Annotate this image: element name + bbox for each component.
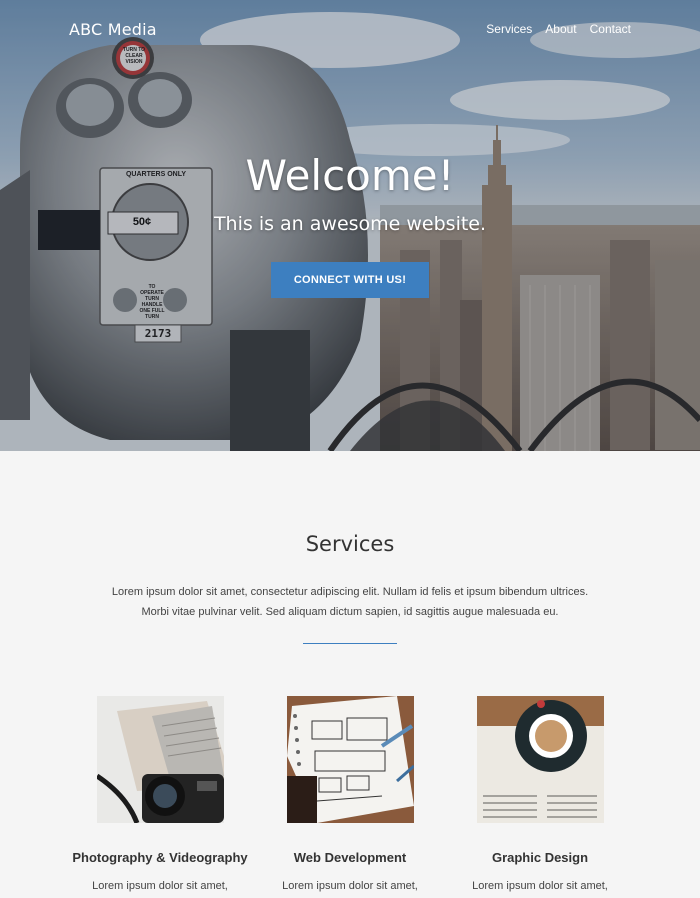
hero-section: TURN TO CLEAR VISION QUARTERS ONLY 50¢ T… <box>0 0 700 451</box>
service-card-photography: Photography & Videography Lorem ipsum do… <box>65 696 255 892</box>
service-card-text: Lorem ipsum dolor sit amet, <box>472 880 608 892</box>
service-card-title: Photography & Videography <box>72 850 248 865</box>
coffee-newspaper-photo <box>476 696 604 823</box>
top-nav: Services About Contact <box>486 22 631 36</box>
hero-title: Welcome! <box>245 151 455 200</box>
nav-contact-link[interactable]: Contact <box>590 22 631 36</box>
brand-logo[interactable]: ABC Media <box>69 20 157 39</box>
section-divider <box>303 643 397 644</box>
services-title: Services <box>305 532 395 556</box>
services-description: Lorem ipsum dolor sit amet, consectetur … <box>111 586 589 618</box>
service-card-text: Lorem ipsum dolor sit amet, <box>92 880 228 892</box>
wireframe-sketch-photo <box>286 696 414 823</box>
service-card-graphic-design: Graphic Design Lorem ipsum dolor sit ame… <box>445 696 635 892</box>
service-card-web-development: Web Development Lorem ipsum dolor sit am… <box>255 696 445 892</box>
nav-services-link[interactable]: Services <box>486 22 532 36</box>
service-card-title: Web Development <box>293 850 407 865</box>
nav-about-link[interactable]: About <box>545 22 576 36</box>
connect-button[interactable]: Connect with us! <box>271 262 429 298</box>
hero-subtitle: This is an awesome website. <box>213 213 487 235</box>
service-card-title: Graphic Design <box>491 850 589 865</box>
camera-laptop-photo <box>96 696 224 823</box>
service-card-text: Lorem ipsum dolor sit amet, <box>282 880 418 892</box>
